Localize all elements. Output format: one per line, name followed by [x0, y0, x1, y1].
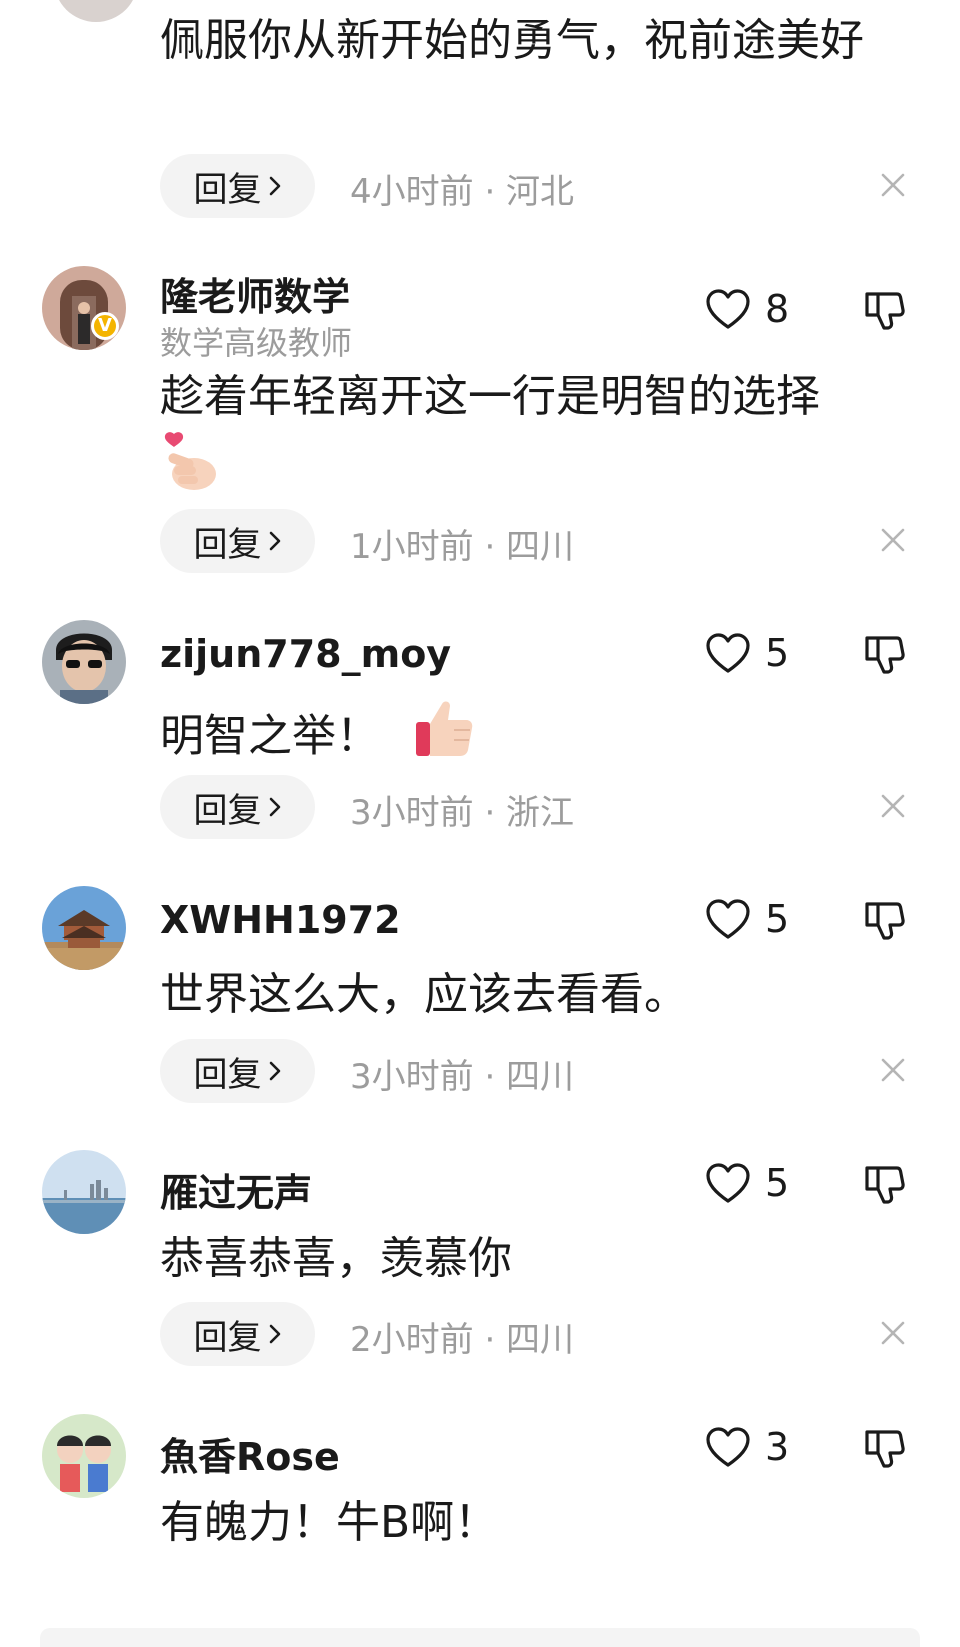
close-icon[interactable]	[878, 170, 908, 200]
reply-label: 回复	[193, 169, 262, 210]
heart-outline-icon	[705, 1426, 751, 1468]
verified-badge: V	[91, 312, 119, 340]
close-icon[interactable]	[878, 1055, 908, 1085]
username[interactable]: 魚香Rose	[160, 1426, 340, 1481]
chevron-right-icon	[268, 796, 282, 818]
reply-label: 回复	[193, 1317, 262, 1358]
comment-meta: 3小时前 · 浙江	[350, 793, 575, 833]
comment-text: 有魄力！牛B啊！	[160, 1497, 499, 1548]
thumbs-down-outline-icon[interactable]	[862, 1160, 908, 1206]
comment-text: 趁着年轻离开这一行是明智的选择	[160, 364, 890, 513]
heart-outline-icon	[705, 632, 751, 674]
comment-meta: 1小时前 · 四川	[350, 527, 575, 567]
username[interactable]: 隆老师数学	[160, 266, 350, 321]
like-button[interactable]: 5	[705, 1158, 789, 1208]
reply-button[interactable]: 回复	[160, 154, 315, 218]
close-icon[interactable]	[878, 525, 908, 555]
chevron-right-icon	[268, 1060, 282, 1082]
comment-meta: 4小时前 · 河北	[350, 172, 575, 212]
reply-label: 回复	[193, 524, 262, 565]
thumbs-down-outline-icon[interactable]	[862, 286, 908, 332]
chevron-right-icon	[268, 1323, 282, 1345]
thumbs-down-outline-icon[interactable]	[862, 896, 908, 942]
chevron-right-icon	[268, 175, 282, 197]
chevron-right-icon	[268, 530, 282, 552]
comment-text: 明智之举！	[160, 698, 890, 779]
like-button[interactable]: 3	[705, 1422, 789, 1472]
like-button[interactable]: 5	[705, 628, 789, 678]
like-count: 3	[765, 1425, 790, 1469]
like-count: 8	[765, 287, 790, 331]
like-button[interactable]: 5	[705, 894, 789, 944]
reply-button[interactable]: 回复	[160, 509, 315, 573]
thumbs-up-emoji	[414, 698, 474, 779]
reply-button[interactable]: 回复	[160, 1039, 315, 1103]
close-icon[interactable]	[878, 791, 908, 821]
comment-meta: 3小时前 · 四川	[350, 1057, 575, 1097]
comment-text-content: 明智之举！	[160, 710, 380, 762]
reply-button[interactable]: 回复	[160, 1302, 315, 1366]
reply-button[interactable]: 回复	[160, 775, 315, 839]
avatar[interactable]	[42, 1150, 126, 1234]
username[interactable]: XWHH1972	[160, 898, 401, 942]
reply-label: 回复	[193, 1054, 262, 1095]
username[interactable]: zijun778_moy	[160, 632, 451, 676]
comment-text: 世界这么大，应该去看看。	[160, 969, 688, 1020]
heart-outline-icon	[705, 1162, 751, 1204]
user-title: 数学高级教师	[160, 324, 353, 362]
avatar[interactable]	[42, 1414, 126, 1498]
like-button[interactable]: 8	[705, 284, 789, 334]
avatar[interactable]	[42, 886, 126, 970]
reply-label: 回复	[193, 790, 262, 831]
heart-outline-icon	[705, 288, 751, 330]
heart-outline-icon	[705, 898, 751, 940]
bottom-input-bar[interactable]	[40, 1628, 920, 1647]
comment-text: 恭喜恭喜，羡慕你	[160, 1233, 512, 1284]
finger-heart-emoji	[160, 430, 218, 513]
like-count: 5	[765, 1161, 790, 1205]
avatar[interactable]	[42, 620, 126, 704]
thumbs-down-outline-icon[interactable]	[862, 630, 908, 676]
like-count: 5	[765, 897, 790, 941]
comment-text: 佩服你从新开始的勇气，祝前途美好	[160, 15, 864, 66]
like-count: 5	[765, 631, 790, 675]
avatar-partial[interactable]	[54, 0, 138, 22]
comment-text-content: 趁着年轻离开这一行是明智的选择	[160, 371, 820, 422]
close-icon[interactable]	[878, 1318, 908, 1348]
thumbs-down-outline-icon[interactable]	[862, 1424, 908, 1470]
avatar[interactable]	[42, 266, 126, 350]
username[interactable]: 雁过无声	[160, 1162, 312, 1217]
comment-meta: 2小时前 · 四川	[350, 1320, 575, 1360]
